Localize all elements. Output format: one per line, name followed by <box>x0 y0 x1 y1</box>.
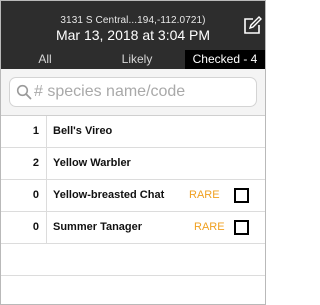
species-name: Bell's Vireo <box>53 125 113 137</box>
search-icon <box>16 84 32 100</box>
app-window: 3131 S Central...194,-112.0721) Mar 13, … <box>0 0 266 305</box>
row-divider <box>46 148 47 179</box>
list-item[interactable]: 0 Summer Tanager RARE <box>1 212 265 244</box>
list-item[interactable]: 2 Yellow Warbler <box>1 148 265 180</box>
location-text: 3131 S Central...194,-112.0721) <box>60 15 206 26</box>
checklist-header: 3131 S Central...194,-112.0721) Mar 13, … <box>1 1 265 69</box>
search-box[interactable] <box>9 77 257 107</box>
list-item[interactable]: 0 Yellow-breasted Chat RARE <box>1 180 265 212</box>
search-bar <box>1 69 265 116</box>
list-item[interactable]: 1 Bell's Vireo <box>1 116 265 148</box>
date-time-text: Mar 13, 2018 at 3:04 PM <box>55 27 211 43</box>
species-list: 1 Bell's Vireo 2 Yellow Warbler 0 Yellow… <box>1 116 265 304</box>
species-search-input[interactable] <box>34 81 248 103</box>
row-divider <box>46 180 47 211</box>
species-count[interactable]: 1 <box>1 116 39 147</box>
filter-tabs: All Likely Checked - 4 <box>1 50 265 69</box>
tab-checked[interactable]: Checked - 4 <box>185 50 265 69</box>
row-divider <box>46 212 47 243</box>
species-count[interactable]: 0 <box>1 212 39 243</box>
empty-list-row <box>1 244 265 276</box>
species-name: Summer Tanager <box>53 221 143 233</box>
species-count[interactable]: 2 <box>1 148 39 179</box>
empty-list-row <box>1 276 265 304</box>
species-count[interactable]: 0 <box>1 180 39 211</box>
species-name: Yellow Warbler <box>53 157 131 169</box>
checkbox-icon[interactable] <box>234 188 249 203</box>
rare-badge: RARE <box>194 221 225 233</box>
row-divider <box>46 116 47 147</box>
tab-likely[interactable]: Likely <box>89 50 185 69</box>
compose-icon[interactable] <box>242 16 262 36</box>
rare-badge: RARE <box>189 189 220 201</box>
tab-all[interactable]: All <box>1 50 89 69</box>
checkbox-icon[interactable] <box>234 220 249 235</box>
species-name: Yellow-breasted Chat <box>53 189 165 201</box>
